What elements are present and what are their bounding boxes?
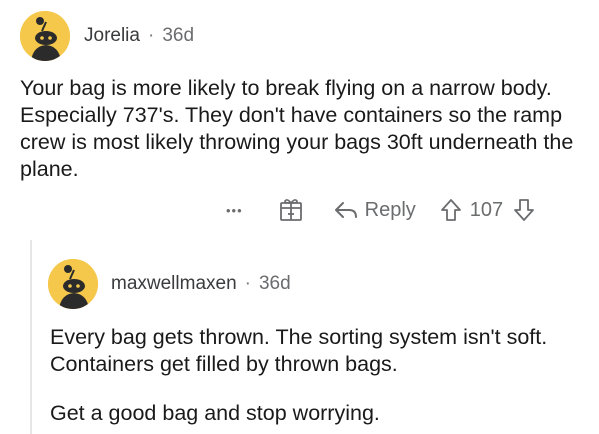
more-options-button[interactable]: ••• — [226, 203, 243, 218]
comment-body: Your bag is more likely to break flying … — [20, 76, 574, 181]
downvote-button[interactable] — [513, 198, 535, 222]
comment-age: 36d — [258, 273, 291, 294]
comment-body: Get a good bag and stop worrying. — [50, 401, 380, 425]
award-button[interactable] — [277, 196, 305, 224]
comment-actions: ••• Reply 107 — [226, 196, 535, 224]
downvote-icon — [514, 199, 535, 221]
upvote-icon — [440, 199, 461, 221]
comment-body: Every bag gets thrown. The sorting syste… — [50, 325, 548, 376]
snoo-avatar-icon — [20, 11, 70, 61]
avatar[interactable] — [20, 11, 70, 61]
separator-dot: · — [147, 25, 155, 46]
comment-meta: maxwellmaxen · 36d — [111, 273, 291, 295]
reply-button[interactable]: Reply — [333, 199, 416, 222]
comment-age: 36d — [162, 25, 195, 46]
reply-arrow-icon — [334, 202, 357, 218]
username[interactable]: maxwellmaxen — [111, 273, 237, 295]
vote-score: 107 — [469, 198, 504, 221]
thread-line[interactable] — [30, 240, 32, 434]
separator-dot: · — [244, 273, 251, 294]
reply-label: Reply — [364, 198, 416, 221]
comment-meta: Jorelia · 36d — [84, 25, 194, 47]
avatar[interactable] — [48, 259, 98, 309]
username[interactable]: Jorelia — [84, 25, 140, 47]
award-icon — [279, 199, 302, 221]
upvote-button[interactable] — [440, 198, 462, 222]
snoo-avatar-icon — [48, 259, 98, 309]
